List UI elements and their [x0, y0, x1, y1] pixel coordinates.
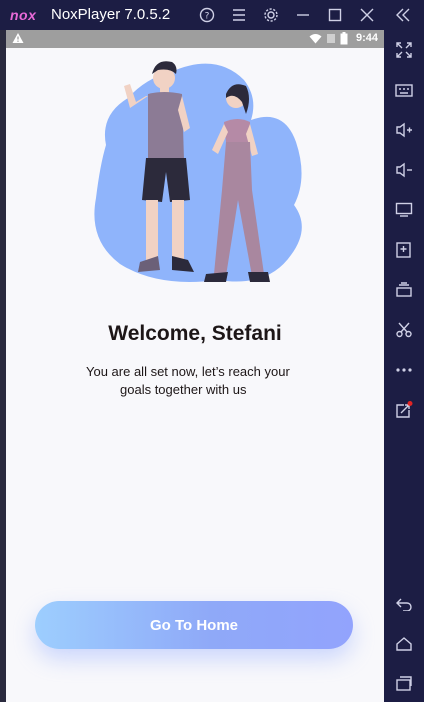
phone-screen: 9:44 Welcome, Stefani You are all set no…	[6, 30, 384, 702]
signal-icon	[326, 33, 336, 47]
screen-icon[interactable]	[390, 196, 418, 224]
maximize-icon[interactable]	[321, 0, 349, 30]
more-icon[interactable]	[390, 356, 418, 384]
volume-up-icon[interactable]	[390, 116, 418, 144]
wifi-icon	[309, 33, 322, 47]
home-icon[interactable]	[390, 630, 418, 658]
fullscreen-icon[interactable]	[390, 36, 418, 64]
minimize-icon[interactable]	[289, 0, 317, 30]
window-title: NoxPlayer 7.0.5.2	[51, 6, 171, 23]
warning-icon	[12, 32, 24, 47]
close-icon[interactable]	[353, 0, 381, 30]
multi-instance-icon[interactable]	[390, 276, 418, 304]
apk-install-icon[interactable]	[390, 236, 418, 264]
go-to-home-button[interactable]: Go To Home	[35, 601, 353, 649]
collapse-icon[interactable]	[389, 0, 417, 30]
android-statusbar: 9:44	[6, 30, 384, 48]
welcome-subtitle: You are all set now, let’s reach your go…	[86, 363, 306, 399]
share-icon[interactable]	[390, 396, 418, 424]
welcome-illustration	[94, 61, 302, 282]
window-titlebar: nox NoxPlayer 7.0.5.2 ?	[0, 0, 424, 30]
scissors-icon[interactable]	[390, 316, 418, 344]
help-icon[interactable]: ?	[193, 0, 221, 30]
volume-down-icon[interactable]	[390, 156, 418, 184]
nox-logo: nox	[10, 7, 37, 23]
subtitle-line-1: You are all set now, let’s reach your	[86, 364, 290, 379]
svg-text:?: ?	[205, 12, 210, 22]
emulator-sidebar	[384, 30, 424, 702]
menu-icon[interactable]	[225, 0, 253, 30]
recents-icon[interactable]	[390, 670, 418, 698]
keyboard-icon[interactable]	[390, 76, 418, 104]
welcome-heading: Welcome, Stefani	[108, 322, 282, 345]
status-time: 9:44	[355, 32, 378, 44]
subtitle-line-2: goals together with us	[120, 382, 247, 397]
settings-icon[interactable]	[257, 0, 285, 30]
back-icon[interactable]	[390, 590, 418, 618]
battery-icon	[340, 32, 348, 48]
